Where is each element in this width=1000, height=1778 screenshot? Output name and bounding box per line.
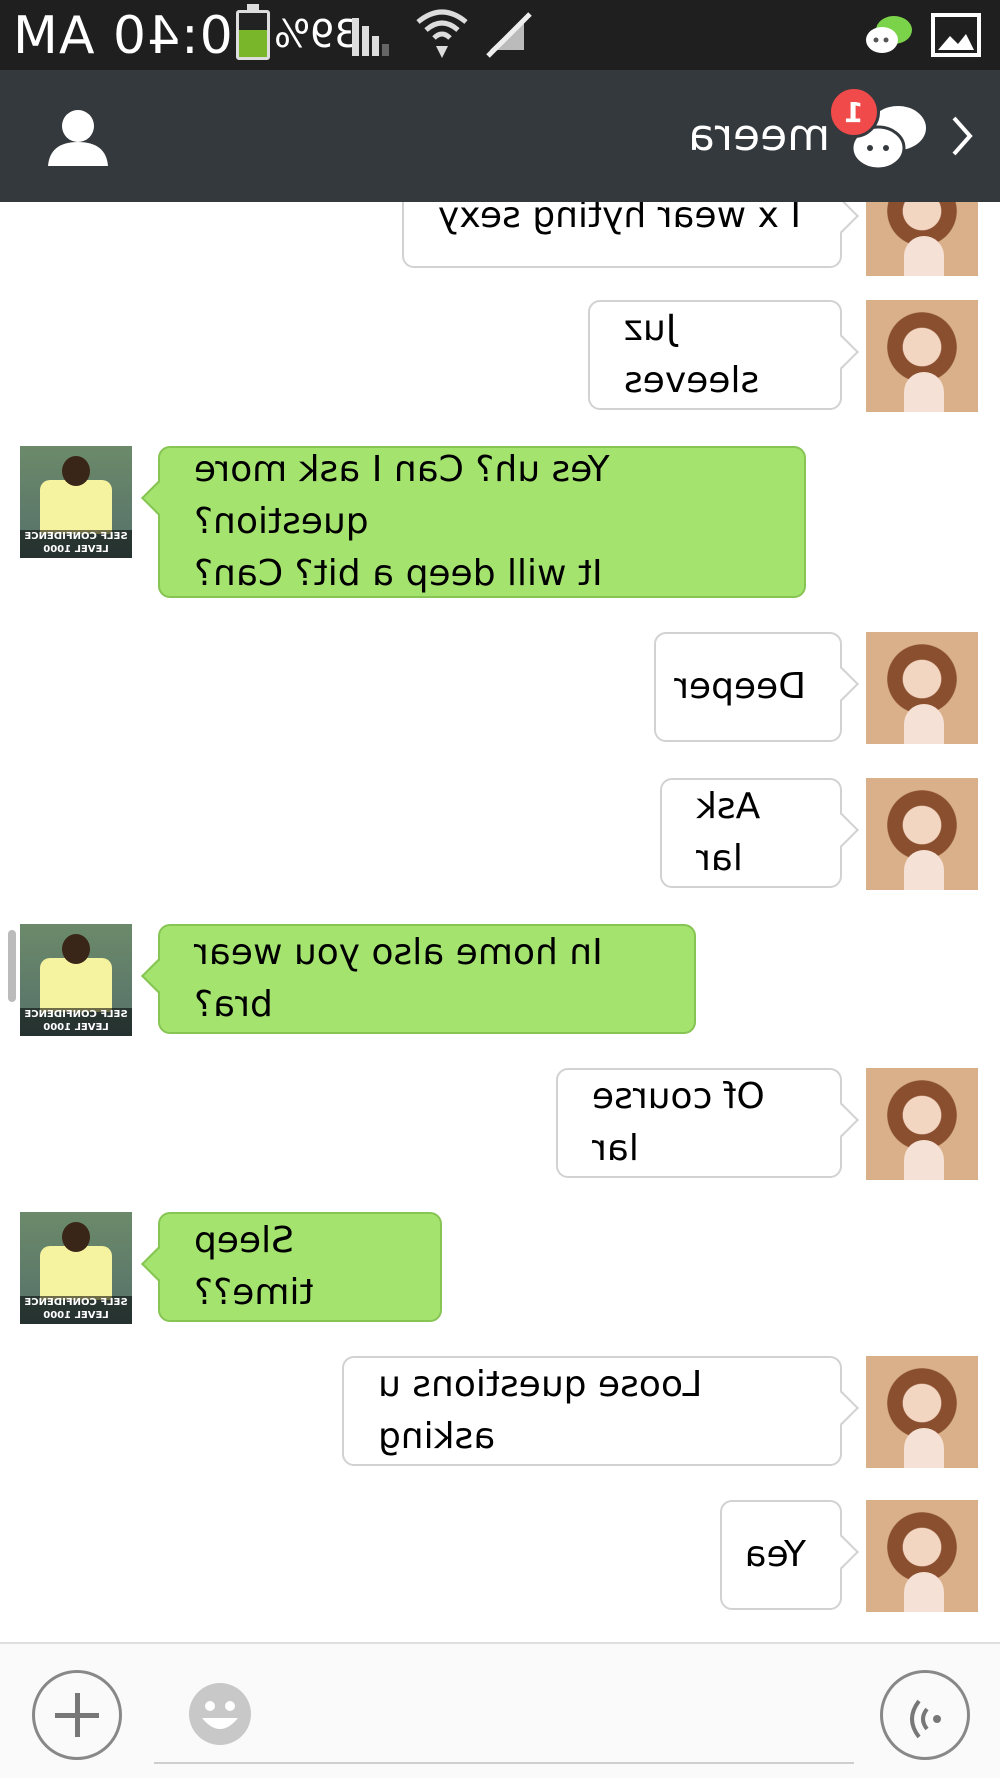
message-text: Loose questions u asking bbox=[378, 1364, 703, 1457]
message-row: Deeper bbox=[0, 632, 1000, 746]
user-avatar[interactable]: SELF CONFIDENCE LEVEL 1000 bbox=[20, 1212, 132, 1324]
back-chevron-icon[interactable] bbox=[950, 114, 974, 158]
outgoing-bubble[interactable]: Yes uh? Can I ask more question? It will… bbox=[141, 446, 806, 598]
user-avatar[interactable]: SELF CONFIDENCE LEVEL 1000 bbox=[20, 924, 132, 1036]
status-bar: 10:40 AM 39% bbox=[0, 0, 1000, 70]
incoming-bubble[interactable]: Juz sleeves bbox=[588, 300, 859, 410]
contact-avatar[interactable] bbox=[866, 632, 978, 744]
message-text: Deeper bbox=[674, 666, 806, 707]
message-row: Yea bbox=[0, 1500, 1000, 1614]
contact-name: meera bbox=[688, 110, 831, 161]
contact-avatar[interactable] bbox=[866, 778, 978, 890]
message-row: Juz sleeves bbox=[0, 300, 1000, 414]
message-row: SELF CONFIDENCE LEVEL 1000 Yes uh? Can I… bbox=[0, 446, 1000, 602]
avatar-caption: SELF CONFIDENCE LEVEL 1000 bbox=[20, 1008, 132, 1036]
message-text: Yes uh? Can I ask more question? It will… bbox=[194, 449, 610, 594]
contact-avatar[interactable] bbox=[866, 1500, 978, 1612]
incoming-bubble[interactable]: I x wear hyting sexy bbox=[402, 202, 859, 268]
incoming-bubble[interactable]: Yea bbox=[720, 1500, 859, 1610]
message-text: Juz sleeves bbox=[624, 308, 760, 401]
contact-avatar[interactable] bbox=[866, 1068, 978, 1180]
incoming-bubble[interactable]: Deeper bbox=[654, 632, 859, 742]
status-time: 10:40 AM bbox=[12, 6, 267, 66]
message-row: Of course lar bbox=[0, 1068, 1000, 1182]
emoji-icon[interactable] bbox=[186, 1680, 254, 1748]
sync-off-icon bbox=[486, 12, 532, 58]
message-text: Ask lar bbox=[696, 786, 761, 879]
wifi-icon bbox=[416, 9, 468, 58]
battery-icon bbox=[236, 4, 270, 60]
message-row: I x wear hyting sexy bbox=[0, 202, 1000, 276]
user-avatar[interactable]: SELF CONFIDENCE LEVEL 1000 bbox=[20, 446, 132, 558]
message-text: In home also you wear bra? bbox=[194, 932, 603, 1025]
message-row: SELF CONFIDENCE LEVEL 1000 Sleep time?? bbox=[0, 1212, 1000, 1326]
contact-avatar[interactable] bbox=[866, 202, 978, 276]
input-bar bbox=[0, 1642, 1000, 1778]
message-row: SELF CONFIDENCE LEVEL 1000 In home also … bbox=[0, 924, 1000, 1038]
incoming-bubble[interactable]: Loose questions u asking bbox=[342, 1356, 859, 1466]
contact-avatar[interactable] bbox=[866, 1356, 978, 1468]
chat-header: meera 1 bbox=[0, 70, 1000, 202]
incoming-bubble[interactable]: Ask lar bbox=[660, 778, 859, 888]
incoming-bubble[interactable]: Of course lar bbox=[556, 1068, 859, 1178]
wechat-notification-icon bbox=[866, 16, 912, 53]
plus-icon[interactable] bbox=[32, 1670, 122, 1760]
message-list[interactable]: I x wear hyting sexy Juz sleeves SELF CO… bbox=[0, 202, 1000, 1642]
voice-icon[interactable] bbox=[880, 1670, 970, 1760]
message-input[interactable] bbox=[154, 1664, 854, 1764]
avatar-caption: SELF CONFIDENCE LEVEL 1000 bbox=[20, 530, 132, 558]
unread-count: 1 bbox=[844, 95, 864, 129]
profile-icon[interactable] bbox=[46, 106, 110, 168]
gallery-icon bbox=[931, 13, 981, 57]
message-row: Ask lar bbox=[0, 778, 1000, 892]
message-row: Loose questions u asking bbox=[0, 1356, 1000, 1470]
message-text: Yea bbox=[744, 1534, 806, 1575]
avatar-caption: SELF CONFIDENCE LEVEL 1000 bbox=[20, 1296, 132, 1324]
message-text: Of course lar bbox=[592, 1076, 765, 1169]
contact-avatar[interactable] bbox=[866, 300, 978, 412]
outgoing-bubble[interactable]: Sleep time?? bbox=[141, 1212, 442, 1322]
battery-percent: 39% bbox=[274, 12, 359, 56]
message-text: Sleep time?? bbox=[194, 1220, 314, 1313]
unread-badge: 1 bbox=[828, 86, 880, 138]
outgoing-bubble[interactable]: In home also you wear bra? bbox=[141, 924, 696, 1034]
message-text: I x wear hyting sexy bbox=[438, 202, 801, 236]
signal-icon bbox=[352, 18, 389, 56]
